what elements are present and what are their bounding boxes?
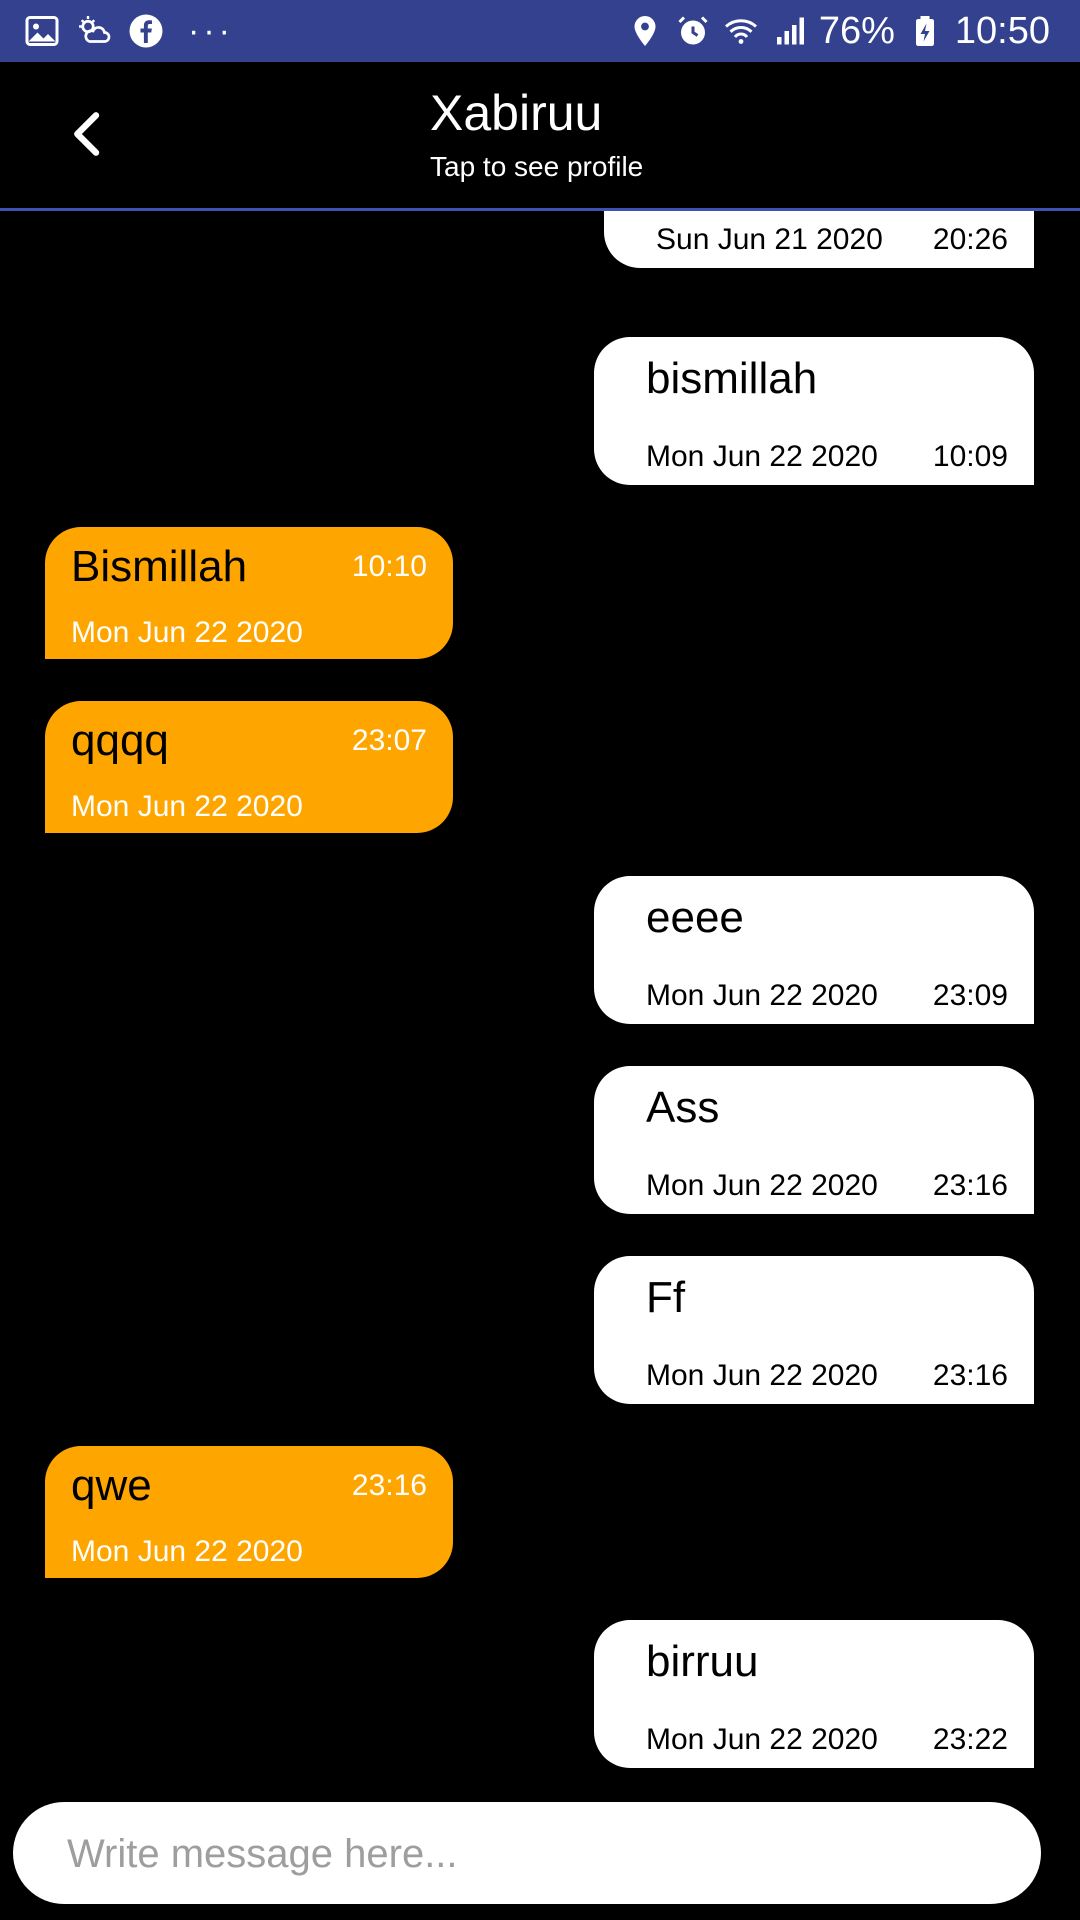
message-composer	[13, 1802, 1041, 1906]
message-time: 10:09	[932, 440, 1008, 473]
message-date: Mon Jun 22 2020	[646, 1723, 878, 1756]
status-bar: ··· 76% 10:50	[0, 0, 1080, 62]
message-time: 23:07	[351, 724, 427, 757]
message-text: eeee	[646, 893, 744, 942]
message-time: 23:16	[932, 1169, 1008, 1202]
message-time: 20:26	[932, 223, 1008, 256]
message-bubble-sent[interactable]: birruu Mon Jun 22 2020 23:22	[594, 1620, 1034, 1768]
wifi-icon	[723, 13, 759, 49]
message-text: Ass	[646, 1083, 720, 1132]
message-bubble-sent[interactable]: Sun Jun 21 2020 20:26	[604, 211, 1034, 268]
message-text: birruu	[646, 1637, 759, 1686]
message-input[interactable]	[65, 1802, 1009, 1906]
message-text: bismillah	[646, 354, 818, 403]
location-icon	[627, 13, 663, 49]
battery-percentage: 76%	[818, 10, 895, 52]
message-time: 23:16	[351, 1469, 427, 1502]
back-button[interactable]	[56, 102, 120, 166]
message-time: 23:16	[932, 1359, 1008, 1392]
message-bubble-sent[interactable]: bismillah Mon Jun 22 2020 10:09	[594, 337, 1034, 485]
message-date: Sun Jun 21 2020	[656, 223, 883, 256]
message-bubble-received[interactable]: qwe 23:16 Mon Jun 22 2020	[45, 1446, 453, 1578]
status-bar-left: ···	[24, 12, 234, 50]
message-date: Mon Jun 22 2020	[646, 1359, 878, 1392]
message-date: Mon Jun 22 2020	[71, 790, 303, 823]
alarm-icon	[675, 13, 711, 49]
message-text: qqqq	[71, 716, 169, 765]
contact-name[interactable]: Xabiruu	[430, 84, 602, 142]
weather-icon	[76, 13, 112, 49]
message-bubble-received[interactable]: Bismillah 10:10 Mon Jun 22 2020	[45, 527, 453, 659]
message-text: qwe	[71, 1461, 152, 1510]
message-bubble-sent[interactable]: eeee Mon Jun 22 2020 23:09	[594, 876, 1034, 1024]
chevron-left-icon	[74, 112, 100, 156]
chat-header: Xabiruu Tap to see profile	[0, 62, 1080, 211]
battery-icon	[907, 13, 943, 49]
signal-icon	[771, 13, 807, 49]
message-bubble-sent[interactable]: Ass Mon Jun 22 2020 23:16	[594, 1066, 1034, 1214]
message-date: Mon Jun 22 2020	[646, 979, 878, 1012]
message-date: Mon Jun 22 2020	[71, 616, 303, 649]
status-time: 10:50	[954, 10, 1050, 52]
message-bubble-sent[interactable]: Ff Mon Jun 22 2020 23:16	[594, 1256, 1034, 1404]
message-text: Bismillah	[71, 542, 248, 591]
profile-link[interactable]: Tap to see profile	[430, 150, 643, 184]
message-date: Mon Jun 22 2020	[71, 1535, 303, 1568]
more-notifications-indicator: ···	[188, 12, 234, 50]
gallery-icon	[24, 13, 60, 49]
message-time: 10:10	[351, 550, 427, 583]
message-text: Ff	[646, 1273, 686, 1322]
message-time: 23:09	[932, 979, 1008, 1012]
facebook-icon	[128, 13, 164, 49]
message-time: 23:22	[932, 1723, 1008, 1756]
message-list[interactable]: Sun Jun 21 2020 20:26 bismillah Mon Jun …	[0, 211, 1080, 1791]
message-date: Mon Jun 22 2020	[646, 1169, 878, 1202]
message-bubble-received[interactable]: qqqq 23:07 Mon Jun 22 2020	[45, 701, 453, 833]
message-date: Mon Jun 22 2020	[646, 440, 878, 473]
status-bar-right: 76% 10:50	[627, 10, 1050, 52]
